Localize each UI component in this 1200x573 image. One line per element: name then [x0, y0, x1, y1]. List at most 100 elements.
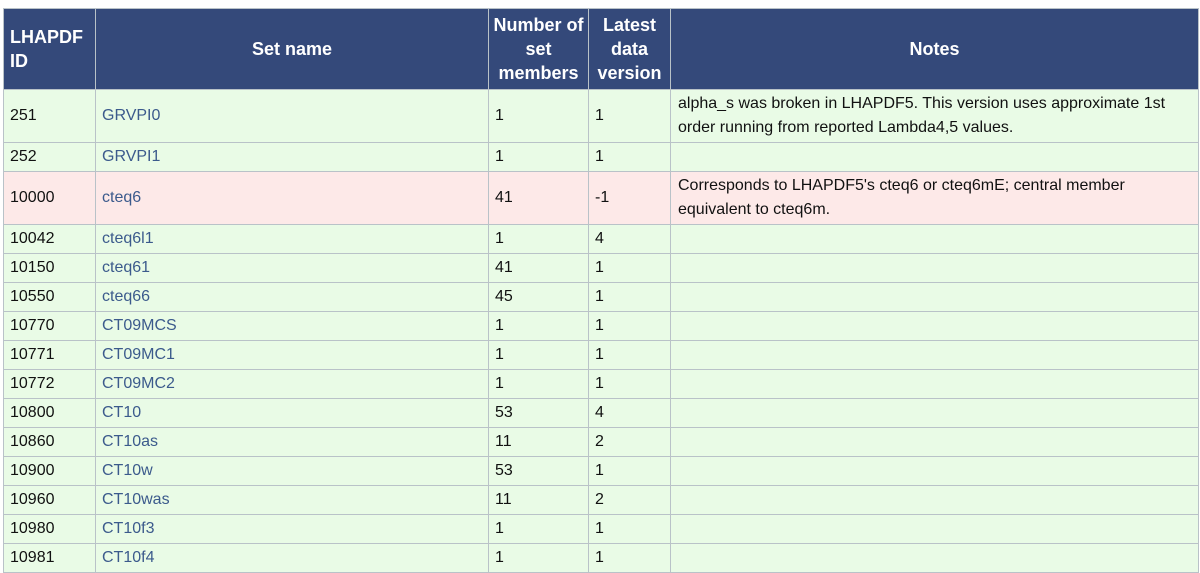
cell-data-version: 1 [588, 253, 671, 283]
cell-lhapdf-id: 10960 [3, 485, 96, 515]
cell-set-name: CT10w [95, 456, 489, 486]
cell-set-members: 1 [488, 311, 589, 341]
cell-data-version: 1 [588, 311, 671, 341]
cell-set-members: 1 [488, 514, 589, 544]
set-name-link[interactable]: CT10w [102, 462, 153, 479]
table-row: 10981 CT10f4 1 1 [3, 543, 1199, 573]
set-name-link[interactable]: cteq61 [102, 259, 150, 276]
cell-lhapdf-id: 10771 [3, 340, 96, 370]
cell-set-name: cteq6 [95, 171, 489, 225]
cell-data-version: 1 [588, 89, 671, 143]
header-row: LHAPDF ID Set name Number of set members… [3, 8, 1199, 90]
cell-set-name: CT10 [95, 398, 489, 428]
table-row: 252 GRVPI1 1 1 [3, 142, 1199, 172]
cell-data-version: 1 [588, 543, 671, 573]
cell-notes [670, 224, 1199, 254]
table-row: 10150 cteq61 41 1 [3, 253, 1199, 283]
set-name-link[interactable]: GRVPI0 [102, 107, 160, 124]
cell-set-members: 11 [488, 485, 589, 515]
cell-set-name: GRVPI1 [95, 142, 489, 172]
cell-notes [670, 398, 1199, 428]
header-data-version: Latest data version [588, 8, 671, 90]
cell-notes [670, 340, 1199, 370]
cell-data-version: 2 [588, 427, 671, 457]
cell-lhapdf-id: 10860 [3, 427, 96, 457]
cell-set-name: CT10as [95, 427, 489, 457]
set-name-link[interactable]: CT09MCS [102, 317, 177, 334]
cell-lhapdf-id: 10550 [3, 282, 96, 312]
table-header: LHAPDF ID Set name Number of set members… [3, 8, 1199, 90]
table-row: 10860 CT10as 11 2 [3, 427, 1199, 457]
set-name-link[interactable]: CT09MC1 [102, 346, 175, 363]
cell-set-name: CT09MC1 [95, 340, 489, 370]
cell-set-members: 53 [488, 398, 589, 428]
set-name-link[interactable]: cteq6 [102, 189, 141, 206]
cell-lhapdf-id: 10981 [3, 543, 96, 573]
cell-notes [670, 282, 1199, 312]
cell-set-members: 1 [488, 369, 589, 399]
table-row: 10980 CT10f3 1 1 [3, 514, 1199, 544]
cell-notes [670, 142, 1199, 172]
cell-set-members: 1 [488, 89, 589, 143]
cell-set-members: 41 [488, 171, 589, 225]
cell-set-members: 53 [488, 456, 589, 486]
set-name-link[interactable]: CT10f3 [102, 520, 154, 537]
header-set-members: Number of set members [488, 8, 589, 90]
header-set-name: Set name [95, 8, 489, 90]
cell-data-version: 4 [588, 224, 671, 254]
cell-lhapdf-id: 10150 [3, 253, 96, 283]
cell-set-members: 1 [488, 142, 589, 172]
cell-lhapdf-id: 252 [3, 142, 96, 172]
cell-lhapdf-id: 10800 [3, 398, 96, 428]
cell-set-members: 41 [488, 253, 589, 283]
cell-set-name: GRVPI0 [95, 89, 489, 143]
table-row: 10771 CT09MC1 1 1 [3, 340, 1199, 370]
cell-set-name: CT09MC2 [95, 369, 489, 399]
table-row: 10000 cteq6 41 -1 Corresponds to LHAPDF5's c… [3, 171, 1199, 225]
cell-notes [670, 543, 1199, 573]
cell-notes [670, 253, 1199, 283]
table-row: 10770 CT09MCS 1 1 [3, 311, 1199, 341]
set-name-link[interactable]: cteq66 [102, 288, 150, 305]
table-body: 251 GRVPI0 1 1 alpha_s was broken in LHAPDF5… [3, 89, 1199, 573]
cell-notes [670, 369, 1199, 399]
cell-data-version: 1 [588, 340, 671, 370]
table-row: 251 GRVPI0 1 1 alpha_s was broken in LHAPDF5… [3, 89, 1199, 143]
cell-set-name: CT10f3 [95, 514, 489, 544]
cell-data-version: 4 [588, 398, 671, 428]
cell-set-name: CT10was [95, 485, 489, 515]
table-row: 10550 cteq66 45 1 [3, 282, 1199, 312]
cell-notes: Corresponds to LHAPDF5's cteq6 or cteq6m… [670, 171, 1199, 225]
cell-set-members: 1 [488, 340, 589, 370]
set-name-link[interactable]: CT10as [102, 433, 158, 450]
cell-data-version: 1 [588, 514, 671, 544]
table-row: 10960 CT10was 11 2 [3, 485, 1199, 515]
set-name-link[interactable]: CT10 [102, 404, 141, 421]
set-name-link[interactable]: CT09MC2 [102, 375, 175, 392]
set-name-link[interactable]: CT10f4 [102, 549, 154, 566]
cell-notes [670, 427, 1199, 457]
set-name-link[interactable]: GRVPI1 [102, 148, 160, 165]
table-row: 10042 cteq6l1 1 4 [3, 224, 1199, 254]
cell-notes [670, 514, 1199, 544]
cell-notes [670, 485, 1199, 515]
header-lhapdf-id: LHAPDF ID [3, 8, 96, 90]
cell-notes [670, 456, 1199, 486]
cell-data-version: 1 [588, 369, 671, 399]
cell-lhapdf-id: 10042 [3, 224, 96, 254]
cell-lhapdf-id: 10772 [3, 369, 96, 399]
cell-set-members: 1 [488, 224, 589, 254]
cell-data-version: 1 [588, 282, 671, 312]
cell-set-name: cteq66 [95, 282, 489, 312]
set-name-link[interactable]: CT10was [102, 491, 170, 508]
cell-set-members: 1 [488, 543, 589, 573]
cell-set-name: CT09MCS [95, 311, 489, 341]
cell-lhapdf-id: 10770 [3, 311, 96, 341]
cell-notes: alpha_s was broken in LHAPDF5. This vers… [670, 89, 1199, 143]
cell-set-members: 11 [488, 427, 589, 457]
cell-set-name: cteq61 [95, 253, 489, 283]
cell-set-name: CT10f4 [95, 543, 489, 573]
cell-lhapdf-id: 10900 [3, 456, 96, 486]
cell-lhapdf-id: 251 [3, 89, 96, 143]
set-name-link[interactable]: cteq6l1 [102, 230, 154, 247]
